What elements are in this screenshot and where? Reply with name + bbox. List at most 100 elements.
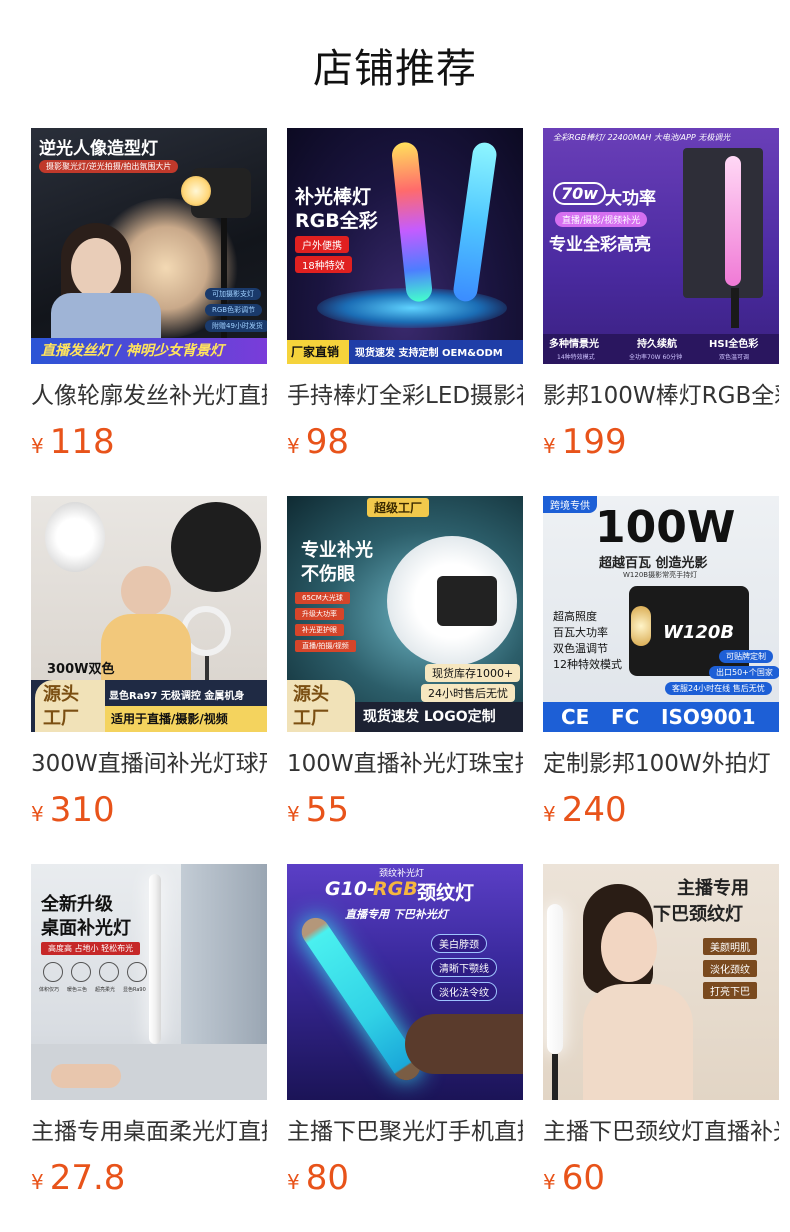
image-tag: 清晰下颚线 — [431, 958, 497, 977]
host-face — [121, 566, 171, 616]
product-card[interactable]: 全彩RGB棒灯/ 22400MAH 大电池/APP 无极调光 70w 大功率 直… — [543, 128, 779, 464]
octa-softbox — [171, 502, 261, 592]
light-lens — [181, 176, 211, 206]
product-price: ¥ 310 — [31, 790, 267, 830]
product-image[interactable]: 全新升级 桌面补光灯 高度高 占地小 轻松布光 体积仅巧 暖色三色 超亮柔光 显… — [31, 864, 267, 1100]
product-title[interactable]: 主播专用桌面柔光灯直播 — [31, 1116, 267, 1148]
image-feature: RGB色彩调节 — [205, 304, 263, 316]
neck-tube-light — [296, 912, 426, 1086]
image-headline: 专业补光 — [301, 540, 373, 561]
price-currency: ¥ — [543, 434, 556, 458]
logo-line: 源头 — [293, 684, 329, 705]
image-tag: 打亮下巴 — [703, 982, 757, 999]
price-currency: ¥ — [287, 1170, 300, 1194]
product-card[interactable]: 主播专用 下巴颈纹灯 美颜明肌 淡化颈纹 打亮下巴 主播下巴颈纹灯直播补光 ¥ … — [543, 864, 779, 1200]
price-currency: ¥ — [543, 1170, 556, 1194]
light-stand — [552, 1054, 558, 1100]
logo-line: 工厂 — [293, 708, 329, 729]
feature-desc: 全功率70W 60分钟 — [629, 354, 683, 361]
host-outfit — [101, 614, 191, 684]
product-title[interactable]: 定制影邦100W外拍灯 — [543, 748, 779, 780]
image-tag: 客服24小时在线 售后无忧 — [665, 682, 772, 695]
price-value: 98 — [305, 422, 349, 462]
product-image[interactable]: 300W双色 源头 工厂 显色Ra97 无极调控 金属机身 适用于直播/摄影/视… — [31, 496, 267, 732]
product-image[interactable]: 颈纹补光灯 G10- RGB 颈纹灯 直播专用 下巴补光灯 美白脖颈 清晰下颚线… — [287, 864, 523, 1100]
product-image[interactable]: 逆光人像造型灯 摄影聚光灯/逆光拍摄/拍出氛围大片 可加摄影支灯 RGB色彩调节… — [31, 128, 267, 364]
logo-line: 工厂 — [43, 708, 79, 729]
image-headline: 逆光人像造型灯 — [39, 139, 158, 159]
product-title[interactable]: 手持棒灯全彩LED摄影补光 — [287, 380, 523, 412]
face-shape — [601, 912, 657, 982]
image-tag: 户外便携 — [295, 236, 349, 253]
outfit-shape — [51, 293, 161, 343]
product-card[interactable]: 逆光人像造型灯 摄影聚光灯/逆光拍摄/拍出氛围大片 可加摄影支灯 RGB色彩调节… — [31, 128, 267, 464]
price-currency: ¥ — [543, 802, 556, 826]
price-currency: ¥ — [287, 434, 300, 458]
stock-tag: 现货库存1000+ — [425, 664, 521, 682]
image-model: W120B摄影常亮手持灯 — [623, 571, 698, 579]
image-tag: 可贴牌定制 — [719, 650, 773, 663]
product-title[interactable]: 主播下巴聚光灯手机直播 — [287, 1116, 523, 1148]
image-tag: 高度高 占地小 轻松布光 — [41, 942, 141, 955]
shoulder-shape — [583, 984, 693, 1100]
feature-item: 双色温调节 — [553, 642, 608, 655]
light-body — [437, 576, 497, 626]
product-title[interactable]: 100W直播补光灯珠宝拍摄 — [287, 748, 523, 780]
product-price: ¥ 98 — [287, 422, 523, 462]
image-tag: 淡化颈纹 — [703, 960, 757, 977]
product-title[interactable]: 300W直播间补光灯球形 — [31, 748, 267, 780]
product-price: ¥ 240 — [543, 790, 779, 830]
image-feature: 附赠49小时发货 — [205, 320, 267, 332]
image-tag: 美颜明肌 — [703, 938, 757, 955]
product-title[interactable]: 影邦100W棒灯RGB全彩 — [543, 380, 779, 412]
product-image[interactable]: 跨境专供 100W 超越百瓦 创造光影 W120B摄影常亮手持灯 超高照度 百瓦… — [543, 496, 779, 732]
image-tag: 出口50+个国家 — [709, 666, 779, 679]
feature-icon — [71, 962, 91, 982]
product-image[interactable]: 主播专用 下巴颈纹灯 美颜明肌 淡化颈纹 打亮下巴 — [543, 864, 779, 1100]
image-tag: 直播/拍摄/视频 — [295, 640, 356, 652]
feature-icon — [99, 962, 119, 982]
image-top-text: 全彩RGB棒灯/ 22400MAH 大电池/APP 无极调光 — [553, 133, 731, 142]
image-tag: 18种特效 — [295, 256, 352, 273]
product-card[interactable]: 全新升级 桌面补光灯 高度高 占地小 轻松布光 体积仅巧 暖色三色 超亮柔光 显… — [31, 864, 267, 1200]
blue-tube-light — [451, 141, 499, 303]
lantern-softbox — [45, 502, 105, 572]
product-image[interactable]: 全彩RGB棒灯/ 22400MAH 大电池/APP 无极调光 70w 大功率 直… — [543, 128, 779, 364]
product-card[interactable]: 颈纹补光灯 G10- RGB 颈纹灯 直播专用 下巴补光灯 美白脖颈 清晰下颚线… — [287, 864, 523, 1200]
product-title[interactable]: 主播下巴颈纹灯直播补光 — [543, 1116, 779, 1148]
price-currency: ¥ — [31, 802, 44, 826]
product-card[interactable]: 补光棒灯 RGB全彩 户外便携 18种特效 厂家直销 现货速发 支持定制 OEM… — [287, 128, 523, 464]
feature-desc: 14种特效模式 — [557, 354, 595, 361]
product-price: ¥ 27.8 — [31, 1158, 267, 1198]
light-handle — [731, 288, 739, 328]
image-tag: 摄影聚光灯/逆光拍摄/拍出氛围大片 — [39, 160, 179, 173]
product-title[interactable]: 人像轮廓发丝补光灯直播 — [31, 380, 267, 412]
image-banner-left: 厂家直销 — [291, 345, 340, 359]
image-top-badge: 超级工厂 — [367, 498, 430, 517]
product-card[interactable]: 300W双色 源头 工厂 显色Ra97 无极调控 金属机身 适用于直播/摄影/视… — [31, 496, 267, 832]
feature-label: 体积仅巧 — [39, 987, 60, 993]
product-card[interactable]: 超级工厂 专业补光 不伤眼 65CM大光球 升级大功率 补光更护眼 直播/拍摄/… — [287, 496, 523, 832]
price-currency: ¥ — [31, 434, 44, 458]
image-line-1: 显色Ra97 无极调控 金属机身 — [109, 691, 245, 702]
image-line-2: 适用于直播/摄影/视频 — [111, 712, 228, 726]
image-banner: 直播发丝灯 / 神明少女背景灯 — [41, 343, 224, 359]
price-value: 27.8 — [49, 1158, 126, 1198]
product-price: ¥ 118 — [31, 422, 267, 462]
product-image[interactable]: 超级工厂 专业补光 不伤眼 65CM大光球 升级大功率 补光更护眼 直播/拍摄/… — [287, 496, 523, 732]
rgb-tube-light — [390, 141, 434, 303]
feature-name: HSI全色彩 — [709, 339, 759, 350]
product-card[interactable]: 跨境专供 100W 超越百瓦 创造光影 W120B摄影常亮手持灯 超高照度 百瓦… — [543, 496, 779, 832]
product-image[interactable]: 补光棒灯 RGB全彩 户外便携 18种特效 厂家直销 现货速发 支持定制 OEM… — [287, 128, 523, 364]
image-headline: 补光棒灯 — [295, 186, 372, 208]
feature-name: 持久续航 — [637, 339, 677, 350]
price-value: 60 — [561, 1158, 605, 1198]
product-price: ¥ 199 — [543, 422, 779, 462]
feature-label: 显色Ra90 — [123, 987, 146, 993]
page-title: 店铺推荐 — [313, 46, 477, 92]
image-tag: 65CM大光球 — [295, 592, 350, 604]
headline-part-a: G10- — [325, 878, 375, 900]
price-value: 55 — [305, 790, 349, 830]
image-tag: 淡化法令纹 — [431, 982, 497, 1001]
feature-item: 超高照度 — [553, 610, 597, 623]
